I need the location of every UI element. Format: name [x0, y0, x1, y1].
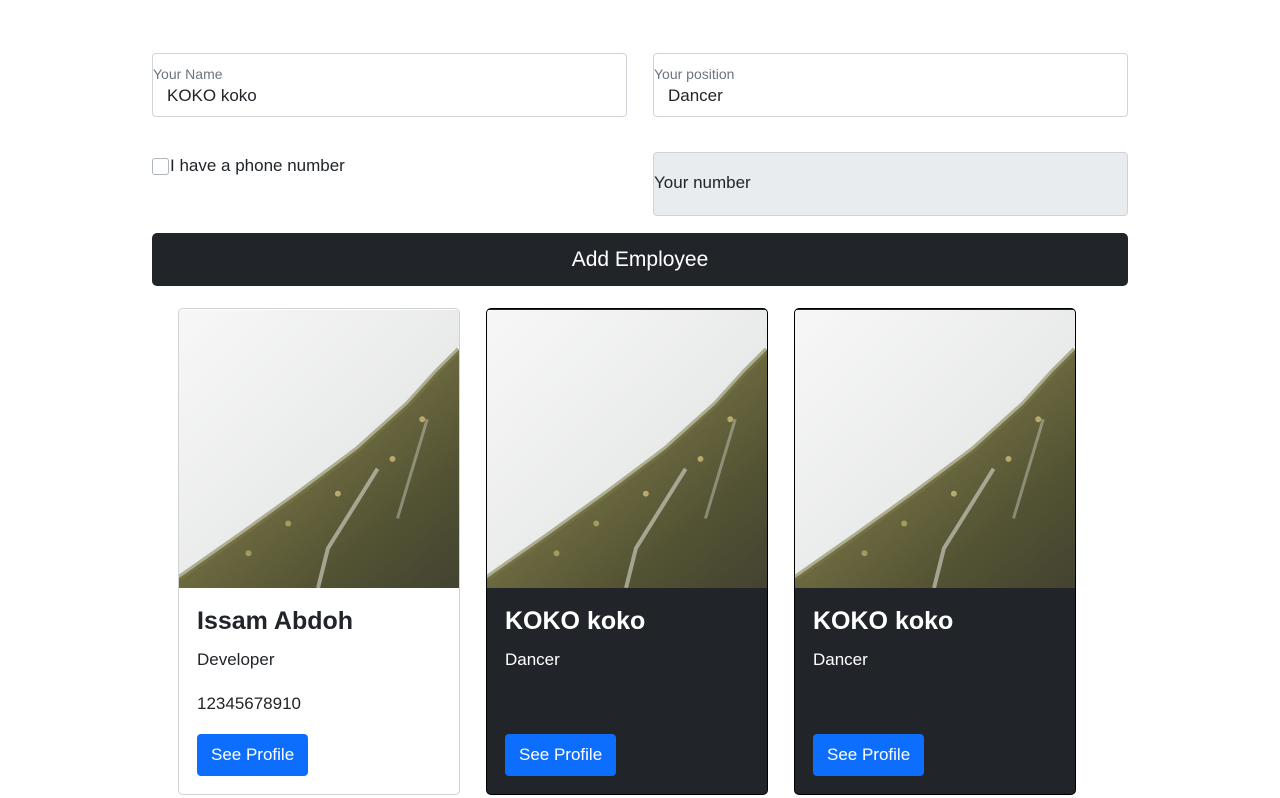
name-input-label: Your Name	[153, 66, 223, 82]
employee-name: KOKO koko	[813, 607, 954, 635]
add-employee-button[interactable]: Add Employee	[152, 233, 1128, 286]
card-image	[179, 309, 459, 589]
employee-name: KOKO koko	[505, 607, 646, 635]
position-input-value: Dancer	[668, 86, 723, 105]
see-profile-button[interactable]: See Profile	[505, 734, 617, 776]
employee-name: Issam Abdoh	[197, 607, 354, 635]
employee-card: KOKO koko Dancer See Profile	[486, 308, 768, 795]
employee-card: Issam Abdoh Developer 12345678910 See Pr…	[178, 308, 460, 795]
card-image	[795, 309, 1075, 589]
employee-position: Dancer	[505, 650, 560, 669]
employee-number: 12345678910	[197, 694, 302, 713]
see-profile-button[interactable]: See Profile	[813, 734, 925, 776]
name-input[interactable]: Your Name KOKO koko	[152, 53, 627, 117]
employee-position: Developer	[197, 650, 275, 669]
card-image	[487, 309, 767, 589]
name-input-value: KOKO koko	[167, 86, 257, 105]
employee-card: KOKO koko Dancer See Profile	[794, 308, 1076, 795]
phone-checkbox-label[interactable]: I have a phone number	[170, 156, 345, 176]
employee-position: Dancer	[813, 650, 868, 669]
see-profile-button[interactable]: See Profile	[197, 734, 309, 776]
position-input[interactable]: Your position Dancer	[653, 53, 1128, 117]
phone-checkbox[interactable]	[152, 157, 169, 175]
phone-number-input[interactable]: Your number	[653, 152, 1128, 216]
phone-number-placeholder: Your number	[654, 173, 751, 192]
position-input-label: Your position	[654, 66, 735, 82]
phone-checkbox-row: I have a phone number	[152, 155, 345, 177]
